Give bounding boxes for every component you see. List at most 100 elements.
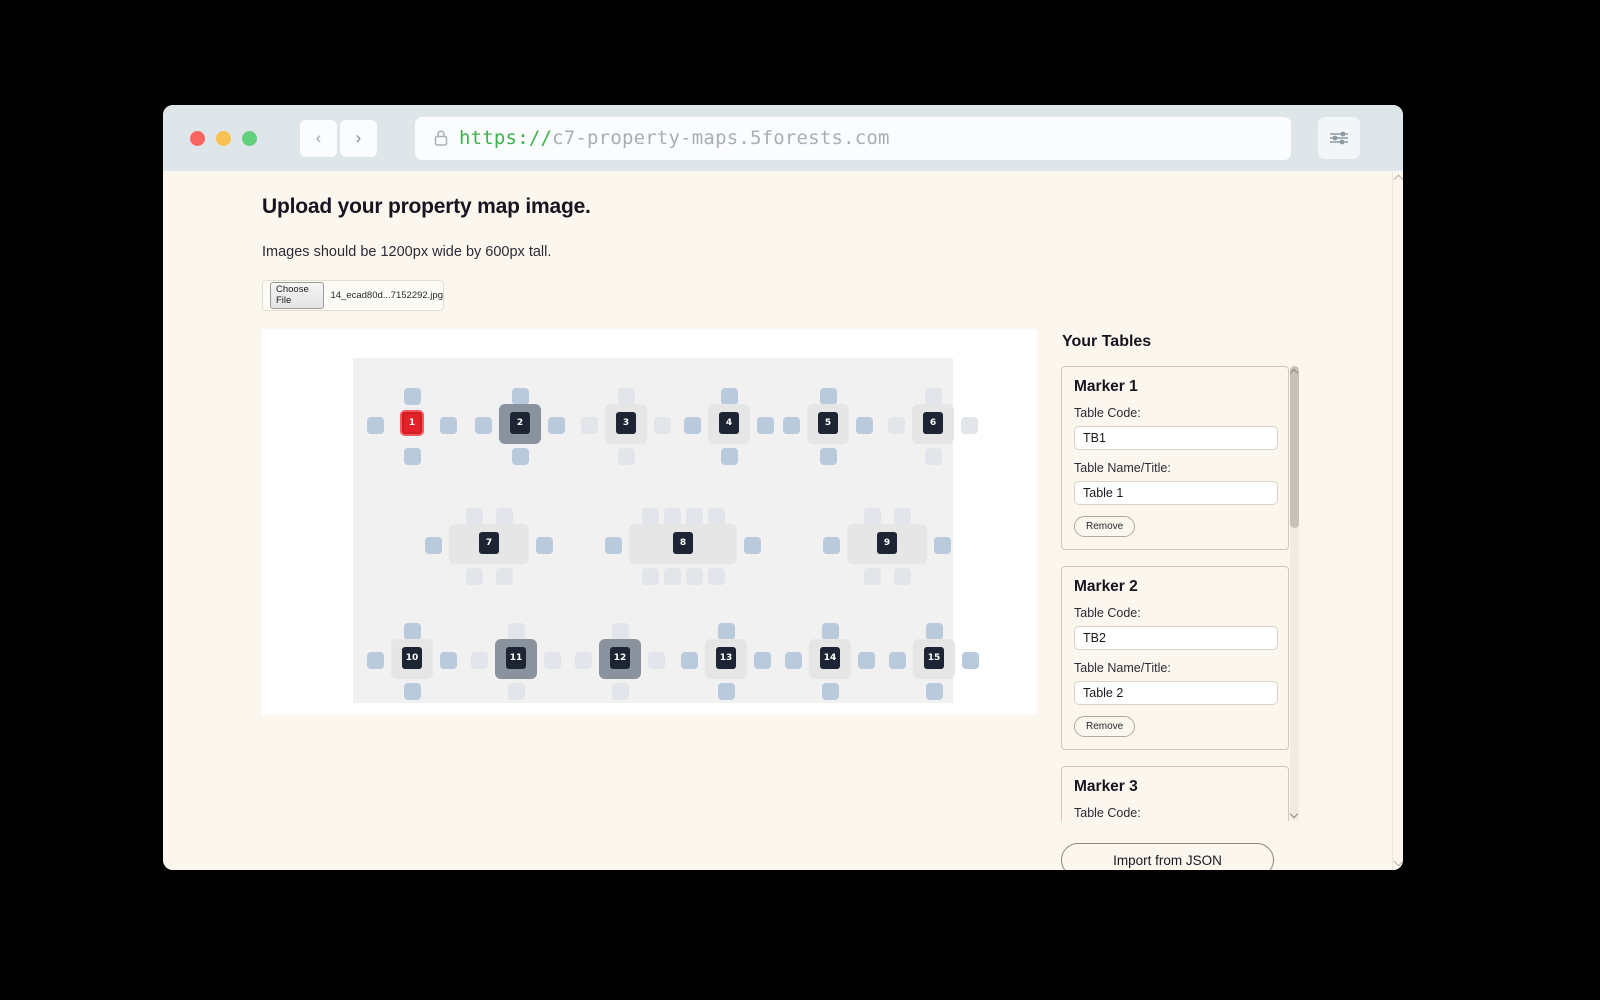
map-seat: [507, 623, 525, 640]
map-seat: [863, 568, 881, 585]
map-marker[interactable]: 8: [673, 532, 693, 554]
address-bar[interactable]: https://c7-property-maps.5forests.com: [415, 116, 1291, 160]
marker-card: Marker 3Table Code:Table Name/Title:Remo…: [1061, 766, 1289, 821]
map-seat: [511, 448, 529, 465]
page-scroll-down-icon[interactable]: [1393, 856, 1403, 867]
marker-card-title: Marker 3: [1074, 778, 1138, 795]
map-seat: [961, 416, 978, 434]
sidebar-title: Your Tables: [1062, 333, 1152, 350]
map-table-unit[interactable]: 8: [605, 498, 761, 592]
map-seat: [617, 388, 635, 405]
editor-work-area: 1 2 3 4 5 6 7 8 9 10 11 12 13 14 15 Your Tables Marker…: [262, 329, 1403, 870]
map-seat: [465, 508, 483, 525]
map-marker[interactable]: 10: [402, 647, 422, 669]
page-viewport: Upload your property map image. Images s…: [163, 171, 1403, 870]
table-code-input[interactable]: [1074, 426, 1278, 450]
lock-icon: [433, 129, 449, 147]
table-name-input[interactable]: [1074, 681, 1278, 705]
map-marker[interactable]: 2: [510, 412, 530, 434]
map-table-unit[interactable]: 13: [681, 613, 771, 707]
map-marker[interactable]: 9: [877, 532, 897, 554]
tables-sidebar: Your Tables Marker 1 Table Code: Table Nam…: [1061, 329, 1331, 870]
scroll-down-icon[interactable]: [1289, 809, 1299, 819]
map-marker[interactable]: 13: [716, 647, 736, 669]
choose-file-button[interactable]: Choose File: [270, 282, 325, 309]
close-window-button[interactable]: [190, 130, 205, 146]
page-title: Upload your property map image.: [262, 195, 591, 218]
map-marker[interactable]: 15: [924, 647, 944, 669]
table-code-label: Table Code:: [1074, 806, 1141, 820]
map-table-unit[interactable]: 7: [425, 498, 553, 592]
table-name-label: Table Name/Title:: [1074, 661, 1171, 675]
map-table-unit[interactable]: 5: [783, 378, 873, 472]
map-marker[interactable]: 4: [719, 412, 739, 434]
map-table-unit[interactable]: 9: [823, 498, 951, 592]
map-table-unit[interactable]: 15: [889, 613, 979, 707]
forward-button[interactable]: ›: [340, 119, 377, 157]
map-marker[interactable]: 11: [506, 647, 526, 669]
map-table-unit[interactable]: 3: [581, 378, 671, 472]
table-code-input[interactable]: [1074, 626, 1278, 650]
map-table-unit[interactable]: 6: [888, 378, 978, 472]
map-seat: [707, 568, 725, 585]
selected-file-name: 14_ecad80d...7152292.jpg: [330, 290, 443, 301]
import-from-json-button[interactable]: Import from JSON: [1061, 843, 1274, 870]
map-seat: [821, 623, 839, 640]
map-seat: [925, 683, 943, 700]
map-marker[interactable]: 6: [923, 412, 943, 434]
map-table-unit[interactable]: 2: [475, 378, 565, 472]
marker-card: Marker 2 Table Code: Table Name/Title: Remo…: [1061, 566, 1289, 750]
map-table-unit[interactable]: 11: [471, 613, 561, 707]
settings-sliders-icon[interactable]: [1318, 117, 1360, 159]
map-seat: [717, 683, 735, 700]
map-seat: [754, 651, 771, 669]
back-button[interactable]: ‹: [300, 119, 337, 157]
file-upload-input[interactable]: Choose File 14_ecad80d...7152292.jpg: [262, 280, 444, 311]
map-table-unit[interactable]: 14: [785, 613, 875, 707]
map-marker[interactable]: 3: [616, 412, 636, 434]
map-seat: [367, 651, 384, 669]
marker-list-scrollbar[interactable]: [1289, 366, 1299, 821]
map-table-unit[interactable]: 4: [684, 378, 774, 472]
map-table-unit[interactable]: 10: [367, 613, 457, 707]
map-marker[interactable]: 5: [818, 412, 838, 434]
map-seat: [471, 651, 488, 669]
remove-marker-button[interactable]: Remove: [1074, 716, 1136, 737]
map-seat: [893, 508, 911, 525]
remove-marker-button[interactable]: Remove: [1074, 516, 1136, 537]
map-marker[interactable]: 14: [820, 647, 840, 669]
map-marker[interactable]: 1: [402, 412, 422, 434]
maximize-window-button[interactable]: [242, 130, 257, 146]
marker-list-scroll-thumb[interactable]: [1290, 366, 1299, 528]
map-seat: [403, 448, 421, 465]
property-map-canvas[interactable]: 1 2 3 4 5 6 7 8 9 10 11 12 13 14 15: [353, 358, 979, 703]
map-table-unit[interactable]: 1: [367, 378, 457, 472]
map-seat: [641, 568, 659, 585]
map-seat: [617, 448, 635, 465]
map-seat: [440, 651, 457, 669]
map-seat: [681, 651, 698, 669]
map-seat: [654, 416, 671, 434]
map-seat: [889, 651, 906, 669]
map-seat: [641, 508, 659, 525]
map-marker[interactable]: 12: [610, 647, 630, 669]
map-seat: [684, 416, 701, 434]
map-seat: [823, 536, 840, 554]
page-scrollbar[interactable]: [1392, 171, 1403, 870]
map-seat: [511, 388, 529, 405]
map-table-unit[interactable]: 12: [575, 613, 665, 707]
map-seat: [581, 416, 598, 434]
minimize-window-button[interactable]: [216, 130, 231, 146]
map-seat: [403, 683, 421, 700]
url-host: c7-property-maps.5forests.com: [552, 127, 890, 149]
map-seat: [403, 623, 421, 640]
map-seat: [863, 508, 881, 525]
map-marker[interactable]: 7: [479, 532, 499, 554]
map-seat: [888, 416, 905, 434]
page-scroll-up-icon[interactable]: [1393, 174, 1403, 185]
browser-window: ‹ › https://c7-property-maps.5forests.co…: [163, 105, 1403, 870]
map-seat: [924, 448, 942, 465]
map-panel: 1 2 3 4 5 6 7 8 9 10 11 12 13 14 15: [262, 329, 1037, 715]
table-name-label: Table Name/Title:: [1074, 461, 1171, 475]
table-name-input[interactable]: [1074, 481, 1278, 505]
